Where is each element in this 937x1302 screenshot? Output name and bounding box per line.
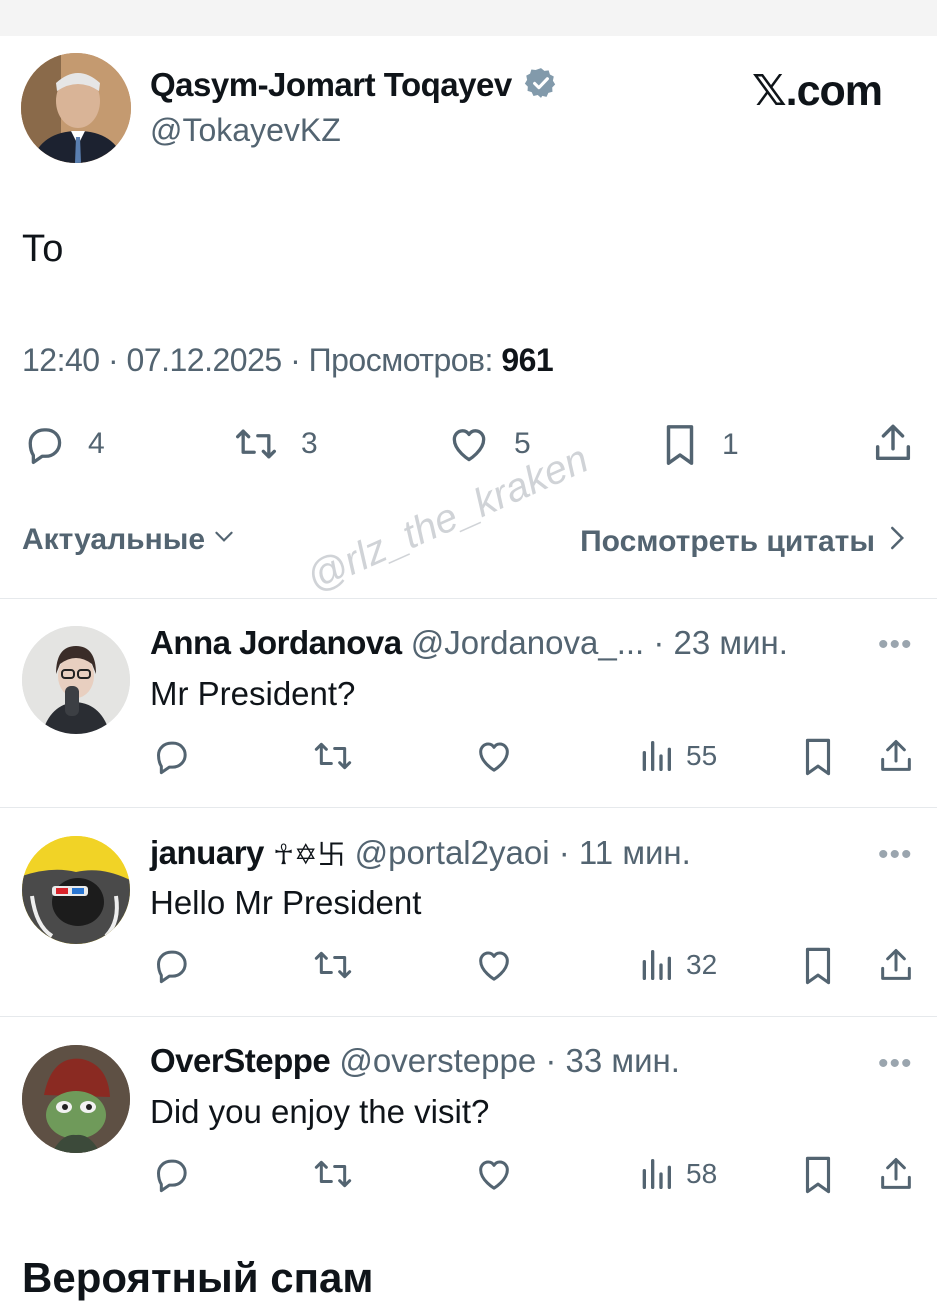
- reply-author-symbols: ☥✡卐: [273, 839, 346, 870]
- reply-time[interactable]: 23 мин.: [674, 624, 788, 661]
- site-label: 𝕏.com: [752, 67, 883, 115]
- views-icon: [638, 1154, 674, 1194]
- more-icon[interactable]: •••: [878, 628, 913, 662]
- like-button[interactable]: [473, 1154, 515, 1194]
- bookmark-icon: [660, 422, 700, 468]
- bookmark-icon: [800, 736, 836, 778]
- reply-author-handle[interactable]: @Jordanova_...: [411, 624, 644, 661]
- reply-count: 4: [88, 427, 105, 460]
- like-button[interactable]: [473, 736, 515, 776]
- views-icon: [638, 736, 674, 776]
- reply-text: Did you enjoy the visit?: [150, 1093, 490, 1130]
- reply-avatar[interactable]: [22, 1045, 130, 1153]
- reply-avatar[interactable]: [22, 836, 130, 944]
- views-count: 58: [686, 1158, 718, 1189]
- bookmark-button[interactable]: [800, 945, 836, 987]
- more-icon[interactable]: •••: [878, 1047, 913, 1081]
- share-button[interactable]: [876, 735, 916, 777]
- bookmark-button[interactable]: [800, 736, 836, 778]
- reply-button[interactable]: 4: [22, 422, 105, 466]
- post-text: То: [22, 228, 64, 270]
- share-icon: [876, 735, 916, 777]
- post-date[interactable]: 07.12.2025: [127, 342, 283, 378]
- view-quotes-label: Посмотреть цитаты: [580, 525, 875, 558]
- heart-icon: [446, 422, 492, 466]
- reply-button[interactable]: [151, 736, 191, 776]
- bookmark-button[interactable]: 1: [660, 422, 739, 468]
- view-quotes-link[interactable]: Посмотреть цитаты: [580, 523, 907, 561]
- like-count: 5: [514, 427, 531, 460]
- reply-author-name[interactable]: OverSteppe: [150, 1042, 331, 1079]
- reply-header: Anna Jordanova @Jordanova_... · 23 мин.: [150, 624, 788, 661]
- divider: [0, 598, 937, 599]
- share-button[interactable]: [876, 1153, 916, 1195]
- reply-author-handle[interactable]: @portal2yaoi: [355, 834, 550, 871]
- author-avatar[interactable]: [21, 53, 131, 163]
- reply-header: january ☥✡卐 @portal2yaoi · 11 мин.: [150, 834, 691, 871]
- author-handle[interactable]: @TokayevKZ: [150, 112, 341, 149]
- like-button[interactable]: 5: [446, 422, 531, 466]
- repost-button[interactable]: 3: [231, 422, 318, 466]
- reply-icon: [22, 422, 66, 466]
- repost-button[interactable]: [310, 1154, 356, 1194]
- views-label: Просмотров:: [308, 342, 494, 378]
- like-button[interactable]: [473, 945, 515, 985]
- post-meta: 12:40 · 07.12.2025 · Просмотров: 961: [22, 342, 554, 378]
- reply-button[interactable]: [151, 1154, 191, 1194]
- chevron-right-icon: [885, 523, 907, 561]
- views-count: 32: [686, 949, 718, 980]
- reply-time[interactable]: 33 мин.: [566, 1042, 680, 1079]
- reply-text: Hello Mr President: [150, 884, 422, 921]
- divider: [0, 807, 937, 808]
- reply-author-handle[interactable]: @oversteppe: [339, 1042, 536, 1079]
- heart-icon: [473, 945, 515, 985]
- author-name-row[interactable]: Qasym-Jomart Toqayev: [150, 66, 558, 108]
- chevron-down-icon: [211, 523, 237, 557]
- reply-avatar[interactable]: [22, 626, 130, 734]
- reply-text: Mr President?: [150, 675, 356, 712]
- share-button[interactable]: [870, 420, 916, 466]
- views-button[interactable]: 32: [638, 945, 717, 985]
- post-time[interactable]: 12:40: [22, 342, 100, 378]
- sort-dropdown[interactable]: Актуальные: [22, 523, 237, 557]
- bookmark-icon: [800, 1154, 836, 1196]
- verified-badge-icon: [524, 66, 558, 108]
- views-button[interactable]: 55: [638, 736, 717, 776]
- repost-button[interactable]: [310, 736, 356, 776]
- divider: [0, 1016, 937, 1017]
- top-bar: [0, 0, 937, 36]
- author-name[interactable]: Qasym-Jomart Toqayev: [150, 66, 512, 103]
- reply-header: OverSteppe @oversteppe · 33 мин.: [150, 1042, 680, 1079]
- section-title: Вероятный спам: [22, 1254, 374, 1301]
- reply-icon: [151, 1154, 191, 1194]
- share-icon: [876, 1153, 916, 1195]
- sort-label: Актуальные: [22, 523, 206, 556]
- views-icon: [638, 945, 674, 985]
- views-count: 961: [501, 342, 554, 378]
- reply-time[interactable]: 11 мин.: [579, 834, 691, 871]
- repost-count: 3: [301, 427, 318, 460]
- heart-icon: [473, 736, 515, 776]
- reply-icon: [151, 736, 191, 776]
- repost-icon: [310, 1154, 356, 1194]
- share-button[interactable]: [876, 944, 916, 986]
- more-icon[interactable]: •••: [878, 838, 913, 872]
- bookmark-icon: [800, 945, 836, 987]
- repost-icon: [231, 422, 281, 466]
- reply-icon: [151, 945, 191, 985]
- views-button[interactable]: 58: [638, 1154, 717, 1194]
- share-icon: [876, 944, 916, 986]
- share-icon: [870, 420, 916, 466]
- reply-button[interactable]: [151, 945, 191, 985]
- views-count: 55: [686, 740, 718, 771]
- bookmark-count: 1: [722, 428, 739, 461]
- reply-author-name[interactable]: january: [150, 834, 264, 871]
- repost-icon: [310, 945, 356, 985]
- bookmark-button[interactable]: [800, 1154, 836, 1196]
- heart-icon: [473, 1154, 515, 1194]
- repost-button[interactable]: [310, 945, 356, 985]
- reply-author-name[interactable]: Anna Jordanova: [150, 624, 402, 661]
- repost-icon: [310, 736, 356, 776]
